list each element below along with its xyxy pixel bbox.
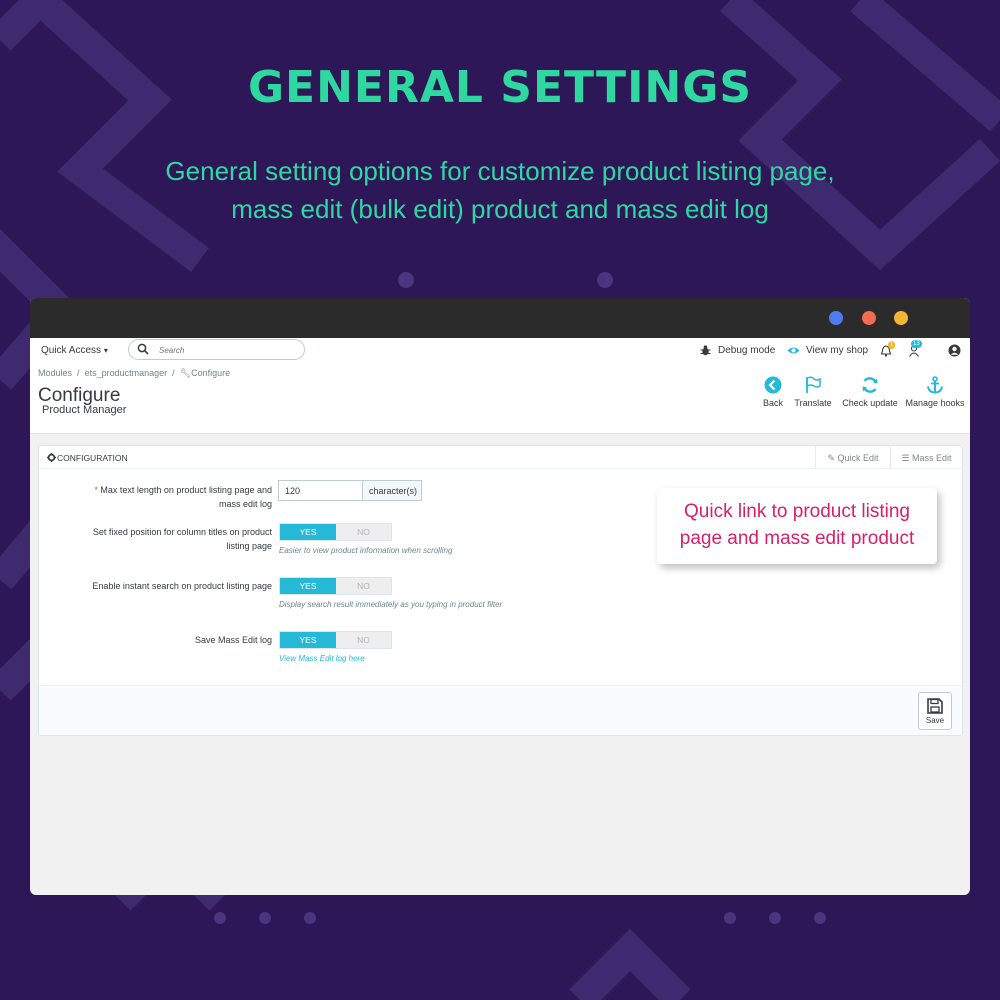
save-mass-edit-log-row: Save Mass Edit log YES NO View Mass Edit… [39, 630, 962, 670]
max-text-length-label: * Max text length on product listing pag… [62, 483, 272, 511]
notifications-badge: 1 [888, 341, 896, 349]
manage-hooks-button[interactable]: Manage hooks [904, 376, 966, 408]
callout-line-1: Quick link to product listing [684, 501, 910, 522]
instant-search-row: Enable instant search on product listing… [39, 576, 962, 616]
translate-button[interactable]: Translate [792, 376, 834, 408]
search-icon[interactable] [137, 343, 149, 355]
instant-search-toggle[interactable]: YES NO [279, 577, 392, 595]
toggle-yes[interactable]: YES [280, 632, 336, 648]
mass-edit-label: Mass Edit [912, 453, 952, 463]
back-label: Back [762, 398, 783, 408]
max-text-length-input[interactable] [278, 480, 363, 501]
app-window: Quick Access ▾ Debug mode View my shop [30, 298, 970, 895]
callout-line-2: page and mass edit product [679, 528, 915, 549]
chevron-down-icon: ▾ [103, 346, 108, 355]
eye-icon [787, 347, 800, 354]
search-box [128, 339, 305, 360]
admin-topbar: Quick Access ▾ Debug mode View my shop [30, 338, 970, 364]
anchor-icon [927, 376, 943, 394]
back-button[interactable]: Back [760, 376, 786, 408]
toggle-no[interactable]: NO [336, 632, 391, 648]
quick-edit-label: Quick Edit [837, 453, 879, 463]
back-arrow-icon [764, 376, 782, 394]
quick-access-menu[interactable]: Quick Access ▾ [41, 345, 108, 356]
wrench-icon: 🔧︎ [179, 368, 192, 378]
bug-icon [700, 345, 711, 356]
window-dot-yellow[interactable] [894, 311, 908, 325]
window-titlebar [30, 298, 970, 338]
page-header: Modules / ets_productmanager / 🔧︎Configu… [30, 364, 970, 434]
subheadline: General setting options for customize pr… [100, 152, 900, 228]
breadcrumb-module[interactable]: ets_productmanager [85, 368, 168, 378]
gear-icon [47, 453, 56, 462]
window-dot-blue[interactable] [829, 311, 843, 325]
search-input[interactable] [159, 343, 289, 357]
view-mass-edit-log-link[interactable]: View Mass Edit log here [279, 654, 365, 663]
panel-footer: Save [39, 685, 962, 735]
panel-header: CONFIGURATION ✎ Quick Edit ☰ Mass Edit [39, 446, 962, 469]
check-update-button[interactable]: Check update [840, 376, 900, 408]
mass-edit-link[interactable]: ☰ Mass Edit [890, 446, 962, 469]
subheadline-line-2: mass edit (bulk edit) product and mass e… [231, 194, 769, 224]
window-dot-red[interactable] [862, 311, 876, 325]
breadcrumb-separator: / [172, 368, 175, 378]
flag-icon [806, 376, 821, 393]
toggle-yes[interactable]: YES [280, 524, 336, 540]
fixed-position-label-line-2: listing page [226, 541, 272, 551]
page-subtitle: Product Manager [42, 404, 127, 416]
floppy-disk-icon [927, 698, 943, 714]
quick-edit-link[interactable]: ✎ Quick Edit [815, 446, 890, 469]
fixed-position-toggle[interactable]: YES NO [279, 523, 392, 541]
user-avatar-icon[interactable] [948, 344, 961, 357]
save-label: Save [925, 716, 945, 725]
toggle-no[interactable]: NO [336, 578, 391, 594]
fixed-position-label-line-1: Set fixed position for column titles on … [92, 527, 272, 537]
characters-addon: character(s) [363, 480, 422, 501]
list-icon: ☰ [901, 453, 910, 463]
fixed-position-label: Set fixed position for column titles on … [62, 525, 272, 553]
fixed-position-help: Easier to view product information when … [279, 546, 453, 555]
panel-title: CONFIGURATION [57, 453, 128, 463]
instant-search-label: Enable instant search on product listing… [92, 581, 272, 591]
toggle-no[interactable]: NO [336, 524, 391, 540]
instant-search-help: Display search result immediately as you… [279, 600, 503, 609]
breadcrumb-separator: / [77, 368, 80, 378]
debug-mode-link[interactable]: Debug mode [718, 345, 775, 356]
manage-hooks-label: Manage hooks [905, 398, 965, 408]
breadcrumb: Modules / ets_productmanager / 🔧︎Configu… [38, 368, 230, 379]
callout-pointer [880, 473, 904, 489]
max-text-length-label-line-2: mass edit log [218, 499, 272, 509]
max-text-length-label-line-1: Max text length on product listing page … [100, 485, 272, 495]
required-marker: * [94, 485, 98, 495]
save-mass-edit-log-toggle[interactable]: YES NO [279, 631, 392, 649]
view-my-shop-link[interactable]: View my shop [806, 345, 868, 356]
save-mass-edit-log-label: Save Mass Edit log [194, 635, 272, 645]
quick-link-callout: Quick link to product listing page and m… [657, 488, 937, 564]
translate-label: Translate [794, 398, 832, 408]
subheadline-line-1: General setting options for customize pr… [165, 156, 835, 186]
customers-badge: 13 [911, 340, 922, 348]
save-button[interactable]: Save [918, 692, 952, 730]
toggle-yes[interactable]: YES [280, 578, 336, 594]
quick-access-label: Quick Access [41, 345, 102, 356]
breadcrumb-current: Configure [191, 368, 231, 378]
refresh-icon [862, 377, 878, 393]
headline: GENERAL SETTINGS [247, 62, 753, 113]
check-update-label: Check update [842, 398, 898, 408]
edit-icon: ✎ [827, 453, 835, 463]
breadcrumb-modules[interactable]: Modules [38, 368, 72, 378]
